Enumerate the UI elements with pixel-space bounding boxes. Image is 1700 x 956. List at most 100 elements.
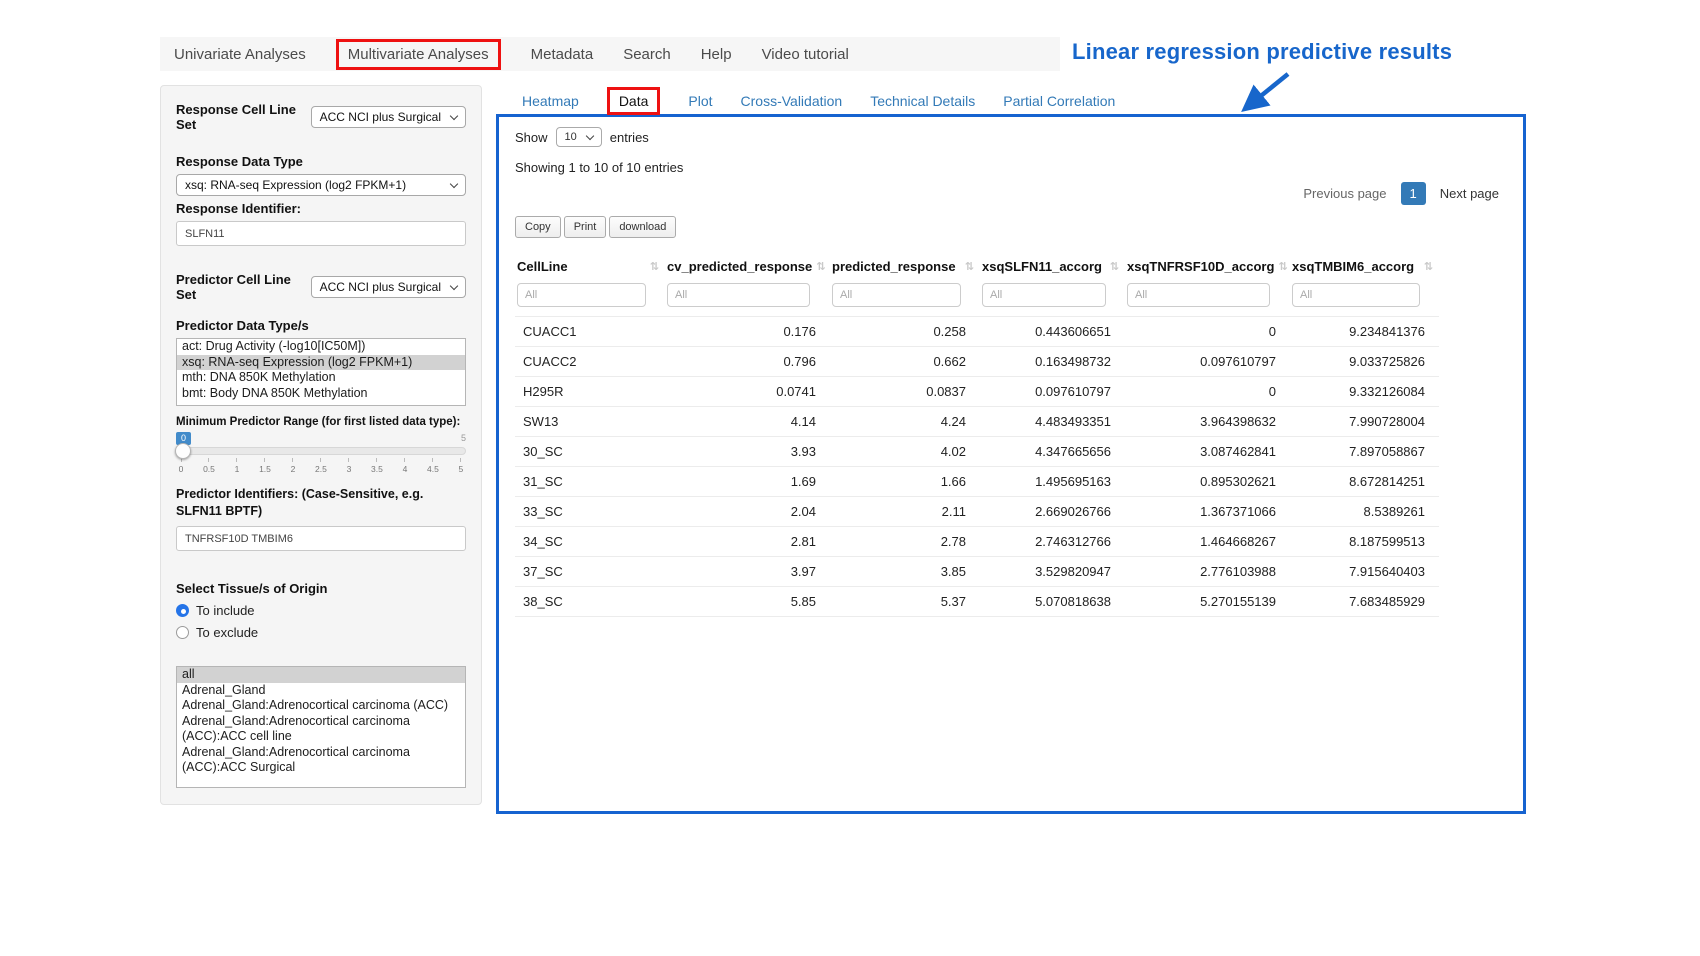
column-header-cellline[interactable]: CellLine ⇅ [515, 252, 665, 281]
cell-value: 1.66 [830, 467, 980, 497]
tissue-option[interactable]: Adrenal_Gland:Adrenocortical carcinoma (… [177, 698, 465, 714]
table-row[interactable]: 37_SC3.973.853.5298209472.7761039887.915… [515, 557, 1439, 587]
cell-value: 2.776103988 [1125, 557, 1290, 587]
predictor-data-types-listbox[interactable]: act: Drug Activity (-log10[IC50M])xsq: R… [176, 338, 466, 406]
print-button[interactable]: Print [564, 216, 607, 238]
nav-item-metadata[interactable]: Metadata [531, 46, 594, 63]
slider-tick: 4 [401, 458, 409, 474]
response-data-type-select[interactable]: xsq: RNA-seq Expression (log2 FPKM+1) [176, 174, 466, 196]
page-length-select[interactable]: 10 [556, 127, 602, 147]
tissue-option[interactable]: Adrenal_Gland [177, 683, 465, 699]
table-row[interactable]: 30_SC3.934.024.3476656563.0874628417.897… [515, 437, 1439, 467]
next-page-button[interactable]: Next page [1432, 181, 1507, 206]
radio-selected-icon [176, 604, 189, 617]
slider-handle[interactable] [175, 443, 191, 459]
cell-line-name: 30_SC [515, 437, 665, 467]
filter-input-cellline[interactable] [517, 283, 646, 307]
cell-value: 3.85 [830, 557, 980, 587]
sort-icon[interactable]: ⇅ [650, 260, 659, 273]
radio-unselected-icon [176, 626, 189, 639]
tab-plot[interactable]: Plot [688, 93, 712, 109]
table-row[interactable]: 38_SC5.855.375.0708186385.2701551397.683… [515, 587, 1439, 617]
tab-technical-details[interactable]: Technical Details [870, 93, 975, 109]
results-panel: Show 10 entries Showing 1 to 10 of 10 en… [496, 114, 1526, 814]
nav-item-multivariate-analyses[interactable]: Multivariate Analyses [336, 39, 501, 70]
predictor-data-type-option[interactable]: bmt: Body DNA 850K Methylation [177, 386, 465, 402]
slider-tick: 4.5 [427, 458, 439, 474]
nav-item-video-tutorial[interactable]: Video tutorial [762, 46, 849, 63]
show-entries-control: Show 10 entries [515, 127, 1507, 147]
column-title: xsqSLFN11_accorg [982, 259, 1102, 274]
min-predictor-range-label: Minimum Predictor Range (for first liste… [176, 416, 466, 428]
predictor-data-type-option[interactable]: xsq: RNA-seq Expression (log2 FPKM+1) [177, 355, 465, 371]
chevron-down-icon [450, 282, 458, 290]
table-row[interactable]: 34_SC2.812.782.7463127661.4646682678.187… [515, 527, 1439, 557]
table-row[interactable]: CUACC10.1760.2580.44360665109.234841376 [515, 317, 1439, 347]
filter-input-xsqtmbim6-accorg[interactable] [1292, 283, 1420, 307]
tissue-option[interactable]: all [177, 667, 465, 683]
response-identifier-input[interactable] [176, 221, 466, 246]
tissue-option[interactable]: Adrenal_Gland:Adrenocortical carcinoma (… [177, 745, 465, 776]
slider-tick: 0 [177, 458, 185, 474]
tissue-option[interactable]: Adrenal_Gland:Adrenocortical carcinoma (… [177, 714, 465, 745]
cell-value: 9.234841376 [1290, 317, 1439, 347]
tab-data[interactable]: Data [607, 87, 661, 115]
table-row[interactable]: 33_SC2.042.112.6690267661.3673710668.538… [515, 497, 1439, 527]
table-row[interactable]: CUACC20.7960.6620.1634987320.0976107979.… [515, 347, 1439, 377]
slider-tick: 5 [457, 458, 465, 474]
sort-icon[interactable]: ⇅ [816, 260, 825, 273]
tab-cross-validation[interactable]: Cross-Validation [741, 93, 843, 109]
cell-value: 1.367371066 [1125, 497, 1290, 527]
table-row[interactable]: SW134.144.244.4834933513.9643986327.9907… [515, 407, 1439, 437]
cell-value: 0.443606651 [980, 317, 1125, 347]
page-number-button[interactable]: 1 [1401, 182, 1426, 205]
filter-input-cv-predicted-response[interactable] [667, 283, 810, 307]
sort-icon[interactable]: ⇅ [1110, 260, 1119, 273]
cell-line-name: 31_SC [515, 467, 665, 497]
cell-value: 3.087462841 [1125, 437, 1290, 467]
cell-line-name: CUACC1 [515, 317, 665, 347]
copy-button[interactable]: Copy [515, 216, 561, 238]
radio-to-exclude-label: To exclude [196, 625, 258, 640]
tab-partial-correlation[interactable]: Partial Correlation [1003, 93, 1115, 109]
column-header-xsqtmbim6-accorg[interactable]: xsqTMBIM6_accorg⇅ [1290, 252, 1439, 281]
response-cell-line-set-select[interactable]: ACC NCI plus Surgical [311, 106, 466, 128]
radio-to-exclude[interactable]: To exclude [176, 625, 466, 640]
column-title: CellLine [517, 259, 568, 274]
predictor-data-type-option[interactable]: act: Drug Activity (-log10[IC50M]) [177, 339, 465, 355]
tab-heatmap[interactable]: Heatmap [522, 93, 579, 109]
table-row[interactable]: 31_SC1.691.661.4956951630.8953026218.672… [515, 467, 1439, 497]
previous-page-button[interactable]: Previous page [1295, 181, 1394, 206]
filter-input-xsqtnfrsf10d-accorg[interactable] [1127, 283, 1270, 307]
cell-value: 0.0837 [830, 377, 980, 407]
column-header-xsqslfn11-accorg[interactable]: xsqSLFN11_accorg ⇅ [980, 252, 1125, 281]
slider-track[interactable] [176, 447, 466, 455]
column-header-xsqtnfrsf10d-accorg[interactable]: xsqTNFRSF10D_accorg⇅ [1125, 252, 1290, 281]
pagination: Previous page 1 Next page [515, 181, 1507, 206]
nav-item-search[interactable]: Search [623, 46, 671, 63]
filter-input-predicted-response[interactable] [832, 283, 961, 307]
chevron-down-icon [586, 132, 594, 140]
radio-to-include[interactable]: To include [176, 603, 466, 618]
predictor-cell-line-set-select[interactable]: ACC NCI plus Surgical [311, 276, 466, 298]
tissue-listbox[interactable]: allAdrenal_GlandAdrenal_Gland:Adrenocort… [176, 666, 466, 788]
predictor-cell-line-set-row: Predictor Cell Line Set ACC NCI plus Sur… [176, 272, 466, 302]
predictor-data-type-option[interactable]: mth: DNA 850K Methylation [177, 370, 465, 386]
filter-input-xsqslfn11-accorg[interactable] [982, 283, 1106, 307]
nav-item-univariate-analyses[interactable]: Univariate Analyses [174, 46, 306, 63]
table-row[interactable]: H295R0.07410.08370.09761079709.332126084 [515, 377, 1439, 407]
sort-icon[interactable]: ⇅ [1278, 260, 1287, 273]
sort-icon[interactable]: ⇅ [965, 260, 974, 273]
cell-value: 4.14 [665, 407, 830, 437]
column-header-predicted-response[interactable]: predicted_response⇅ [830, 252, 980, 281]
column-header-cv-predicted-response[interactable]: cv_predicted_response⇅ [665, 252, 830, 281]
min-predictor-range-slider[interactable]: 0 5 00.511.522.533.544.55 [176, 432, 466, 474]
cell-value: 0.0741 [665, 377, 830, 407]
predictor-identifiers-input[interactable] [176, 526, 466, 551]
response-cell-line-set-label: Response Cell Line Set [176, 102, 304, 132]
sort-icon[interactable]: ⇅ [1424, 260, 1433, 273]
cell-value: 7.683485929 [1290, 587, 1439, 617]
download-button[interactable]: download [609, 216, 676, 238]
nav-item-help[interactable]: Help [701, 46, 732, 63]
cell-value: 7.990728004 [1290, 407, 1439, 437]
